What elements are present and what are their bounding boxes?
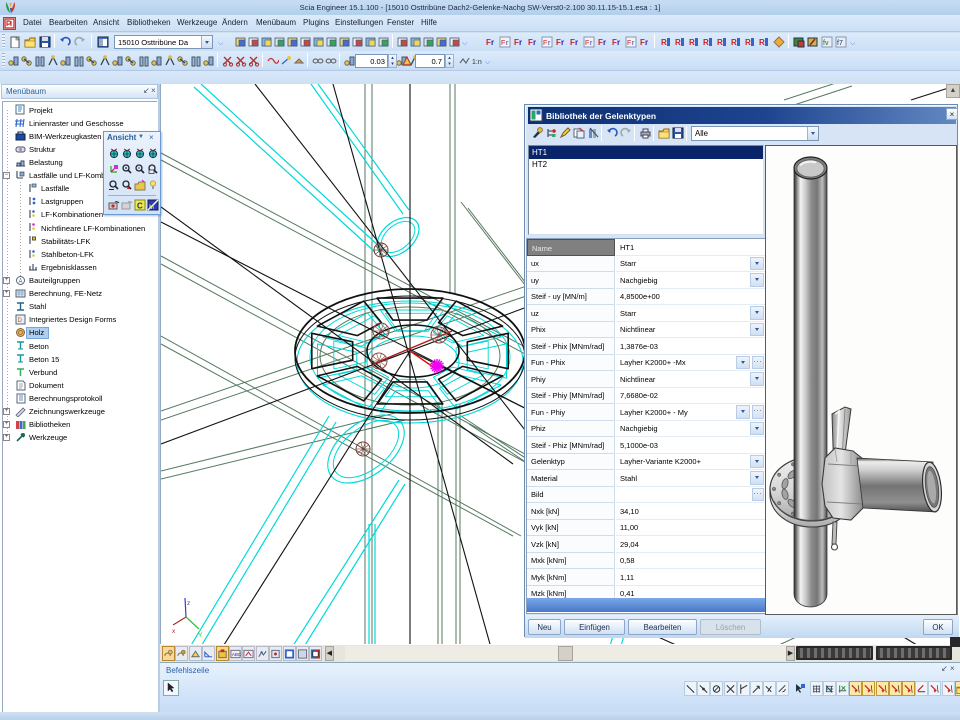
svg-text:z: z xyxy=(187,600,190,607)
svg-text:Y: Y xyxy=(198,632,203,639)
svg-text:F: F xyxy=(627,40,631,47)
svg-text:R: R xyxy=(717,38,723,47)
svg-text:fv: fv xyxy=(823,40,829,47)
svg-text:R: R xyxy=(759,38,765,47)
svg-text:r: r xyxy=(617,38,620,47)
svg-text:F: F xyxy=(585,40,589,47)
svg-text:x: x xyxy=(172,628,176,635)
svg-text:R: R xyxy=(675,38,681,47)
svg-text:R: R xyxy=(731,38,737,47)
svg-text:R: R xyxy=(661,38,667,47)
svg-text:ABC: ABC xyxy=(232,651,241,656)
svg-text:R: R xyxy=(689,38,695,47)
svg-text:C: C xyxy=(137,201,143,210)
svg-text:r: r xyxy=(645,38,648,47)
svg-text:D: D xyxy=(18,318,23,324)
svg-text:F: F xyxy=(501,40,505,47)
svg-text:f7: f7 xyxy=(837,40,843,47)
svg-text:R: R xyxy=(745,38,751,47)
svg-text:R: R xyxy=(703,38,709,47)
svg-text:r: r xyxy=(491,38,494,47)
svg-text:r: r xyxy=(561,38,564,47)
svg-text:r: r xyxy=(603,38,606,47)
svg-text:M: M xyxy=(149,205,154,211)
svg-text:r: r xyxy=(519,38,522,47)
svg-text:r: r xyxy=(533,38,536,47)
svg-text:1:n: 1:n xyxy=(472,59,482,66)
svg-text:A: A xyxy=(19,279,23,285)
svg-text:r: r xyxy=(575,38,578,47)
svg-text:F: F xyxy=(543,40,547,47)
